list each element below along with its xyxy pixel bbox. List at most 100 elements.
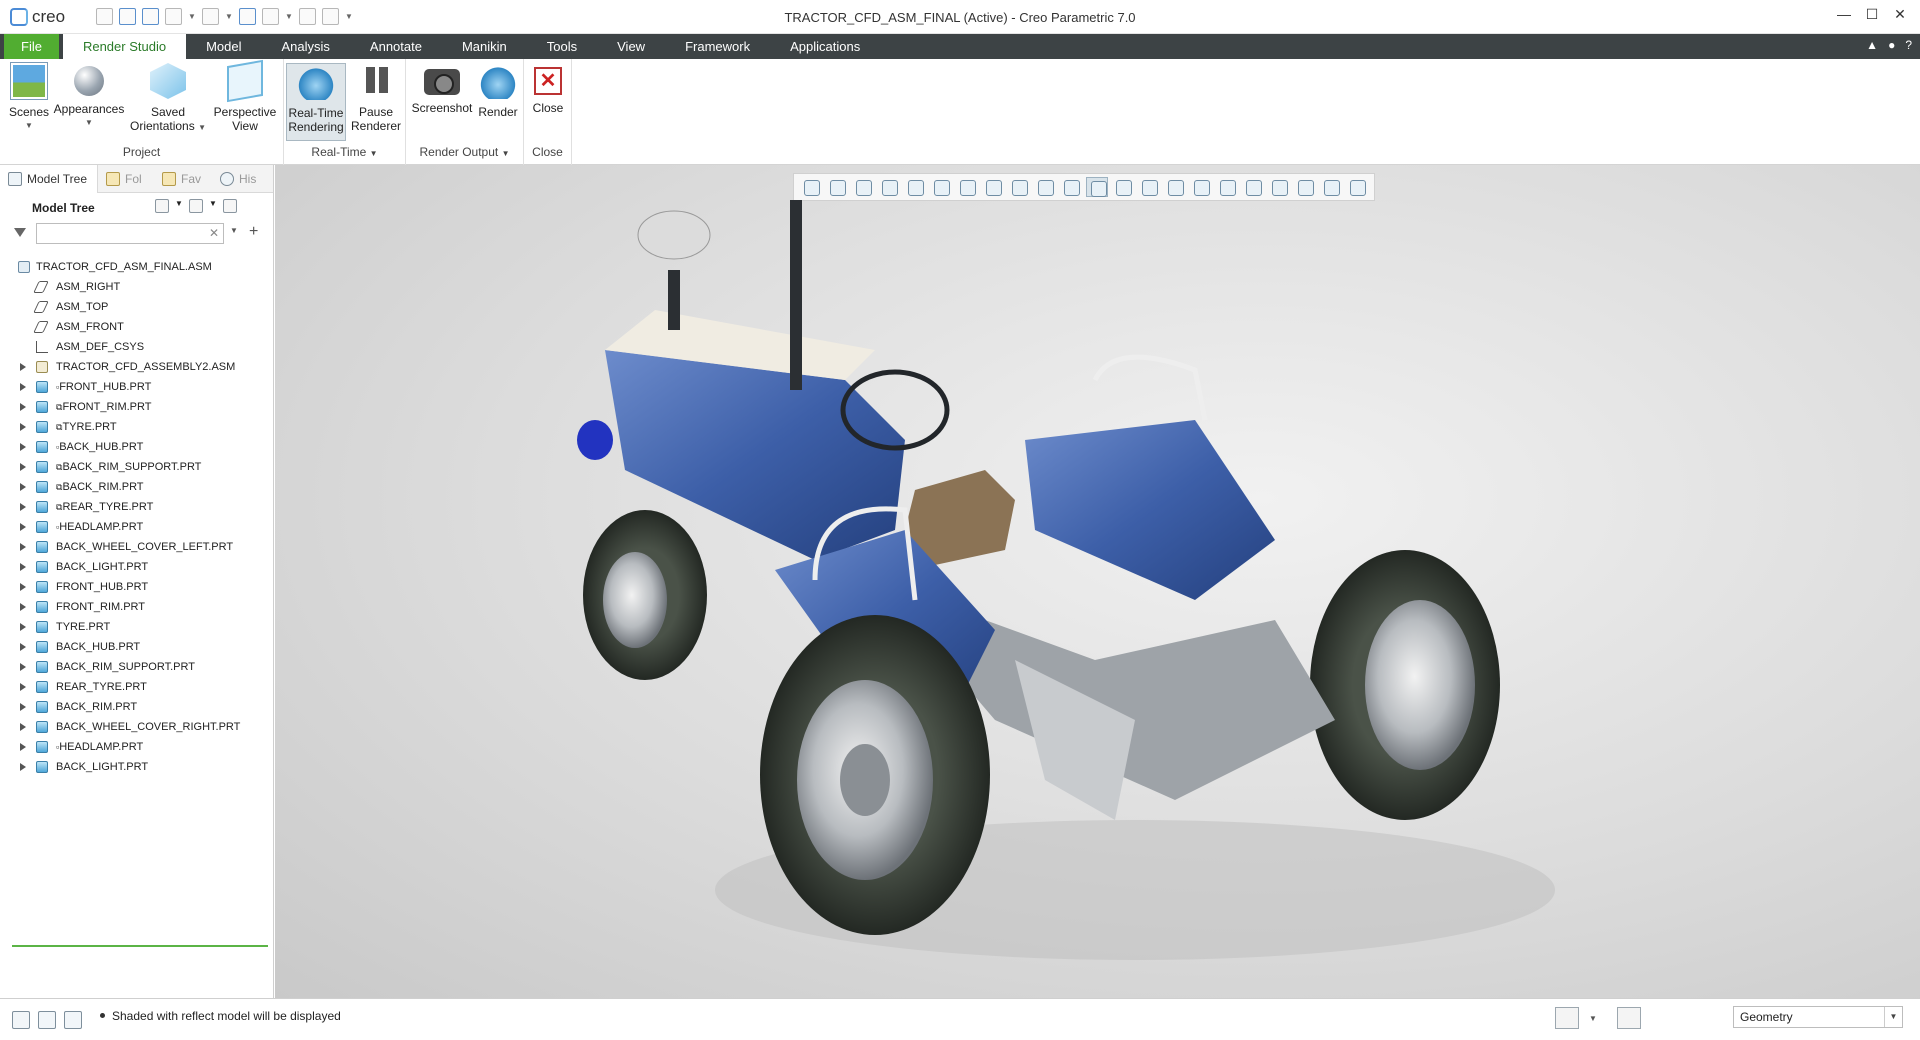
tree-item[interactable]: ▫HEADLAMP.PRT (0, 737, 274, 757)
expand-arrow-icon[interactable] (20, 403, 26, 411)
expand-arrow-icon[interactable] (20, 423, 26, 431)
expand-arrow-icon[interactable] (20, 543, 26, 551)
tab-folder-browser[interactable]: Fol (98, 165, 154, 193)
tree-item[interactable]: BACK_LIGHT.PRT (0, 557, 274, 577)
tab-manikin[interactable]: Manikin (442, 34, 527, 59)
expand-arrow-icon[interactable] (20, 383, 26, 391)
expand-arrow-icon[interactable] (20, 443, 26, 451)
expand-arrow-icon[interactable] (20, 603, 26, 611)
real-time-rendering-button[interactable]: Real-Time Rendering (286, 63, 346, 141)
repaint-icon[interactable] (878, 177, 900, 197)
spin-center-icon[interactable] (904, 177, 926, 197)
find-icon[interactable] (1555, 1007, 1579, 1029)
pause-icon[interactable] (1320, 177, 1342, 197)
selection-icon[interactable] (1616, 1007, 1641, 1029)
appearance-icon[interactable] (1060, 177, 1082, 197)
tree-item[interactable]: ASM_DEF_CSYS (0, 337, 274, 357)
tree-insert-indicator[interactable] (12, 945, 268, 947)
zoom-out-icon[interactable] (852, 177, 874, 197)
close-render-studio-button[interactable]: ✕ Close (528, 63, 568, 115)
full-screen-icon[interactable] (64, 1011, 82, 1029)
triangle-icon[interactable] (1294, 177, 1316, 197)
tree-item[interactable]: BACK_RIM_SUPPORT.PRT (0, 657, 274, 677)
expand-arrow-icon[interactable] (20, 583, 26, 591)
tree-settings-icon[interactable] (155, 199, 169, 213)
tree-item[interactable]: ⧉BACK_RIM_SUPPORT.PRT (0, 457, 274, 477)
screenshot-button[interactable]: Screenshot (412, 63, 472, 115)
tab-model-tree[interactable]: Model Tree (0, 164, 98, 193)
help-icon[interactable]: ? (1905, 38, 1912, 52)
notification-icon[interactable]: ● (1888, 38, 1895, 52)
expand-arrow-icon[interactable] (20, 363, 26, 371)
csys-icon[interactable] (1216, 177, 1238, 197)
tab-view[interactable]: View (597, 34, 665, 59)
tree-item[interactable]: BACK_HUB.PRT (0, 637, 274, 657)
annotation-icon[interactable] (1242, 177, 1264, 197)
tree-item[interactable]: TRACTOR_CFD_ASSEMBLY2.ASM (0, 357, 274, 377)
expand-arrow-icon[interactable] (20, 663, 26, 671)
expand-arrow-icon[interactable] (20, 723, 26, 731)
tree-item[interactable]: ⧉FRONT_RIM.PRT (0, 397, 274, 417)
render-button[interactable]: Render (476, 63, 520, 119)
search-dropdown-icon[interactable]: ▼ (230, 226, 238, 235)
tree-settings-dropdown-icon[interactable]: ▼ (175, 199, 183, 213)
tree-item[interactable]: BACK_WHEEL_COVER_RIGHT.PRT (0, 717, 274, 737)
minimize-button[interactable]: — (1830, 6, 1858, 23)
expand-arrow-icon[interactable] (20, 483, 26, 491)
expand-arrow-icon[interactable] (20, 503, 26, 511)
tree-item[interactable]: BACK_LIGHT.PRT (0, 757, 274, 777)
expand-arrow-icon[interactable] (20, 463, 26, 471)
tree-item[interactable]: ⧉BACK_RIM.PRT (0, 477, 274, 497)
saved-orientations-button[interactable]: Saved Orientations ▼ (128, 63, 208, 135)
expand-arrow-icon[interactable] (20, 703, 26, 711)
scenes-button[interactable]: Scenes ▼ (8, 63, 50, 133)
expand-arrow-icon[interactable] (20, 683, 26, 691)
tractor-model[interactable] (575, 200, 1725, 990)
expand-arrow-icon[interactable] (20, 563, 26, 571)
group-label-render-output[interactable]: Render Output ▼ (406, 145, 523, 159)
tree-item[interactable]: ASM_FRONT (0, 317, 274, 337)
tree-item[interactable]: TYRE.PRT (0, 617, 274, 637)
find-dropdown-icon[interactable]: ▼ (1589, 1014, 1597, 1023)
group-label-real-time[interactable]: Real-Time ▼ (284, 145, 405, 159)
funnel-icon[interactable] (14, 228, 26, 237)
hide-toolbar-icon[interactable] (1346, 177, 1368, 197)
expand-arrow-icon[interactable] (20, 523, 26, 531)
minimize-ribbon-icon[interactable]: ▲ (1866, 38, 1878, 52)
named-view-icon[interactable] (982, 177, 1004, 197)
tab-tools[interactable]: Tools (527, 34, 597, 59)
tab-history[interactable]: His (212, 165, 272, 193)
selection-filter-select[interactable]: Geometry ▼ (1733, 1006, 1903, 1028)
toggle-browser-icon[interactable] (38, 1011, 56, 1029)
tree-item[interactable]: FRONT_RIM.PRT (0, 597, 274, 617)
tree-item[interactable]: ⧉REAR_TYRE.PRT (0, 497, 274, 517)
axis-icon[interactable] (1164, 177, 1186, 197)
tree-item[interactable]: ▫FRONT_HUB.PRT (0, 377, 274, 397)
tree-item[interactable]: ▫HEADLAMP.PRT (0, 517, 274, 537)
zoom-in-icon[interactable] (826, 177, 848, 197)
expand-arrow-icon[interactable] (20, 643, 26, 651)
datum-display-icon[interactable] (1112, 177, 1134, 197)
plane-icon[interactable] (1138, 177, 1160, 197)
saved-views-icon[interactable] (930, 177, 952, 197)
section-icon[interactable] (1008, 177, 1030, 197)
appearances-button[interactable]: Appearances ▼ (54, 63, 124, 130)
tree-item[interactable]: BACK_RIM.PRT (0, 697, 274, 717)
tree-item[interactable]: ⧉TYRE.PRT (0, 417, 274, 437)
tab-favorites[interactable]: Fav (154, 165, 212, 193)
maximize-button[interactable]: ☐ (1858, 6, 1886, 23)
expand-arrow-icon[interactable] (20, 743, 26, 751)
expand-arrow-icon[interactable] (20, 763, 26, 771)
expand-arrow-icon[interactable] (20, 623, 26, 631)
display-style-icon[interactable] (956, 177, 978, 197)
close-window-button[interactable]: ✕ (1886, 6, 1914, 23)
tree-item[interactable]: ASM_RIGHT (0, 277, 274, 297)
tab-render-studio[interactable]: Render Studio (62, 34, 187, 59)
toggle-navigator-icon[interactable] (12, 1011, 30, 1029)
tab-annotate[interactable]: Annotate (350, 34, 442, 59)
refit-icon[interactable] (800, 177, 822, 197)
tab-analysis[interactable]: Analysis (262, 34, 350, 59)
tree-filter-icon[interactable] (223, 199, 237, 213)
tree-item[interactable]: ASM_TOP (0, 297, 274, 317)
point-icon[interactable] (1190, 177, 1212, 197)
